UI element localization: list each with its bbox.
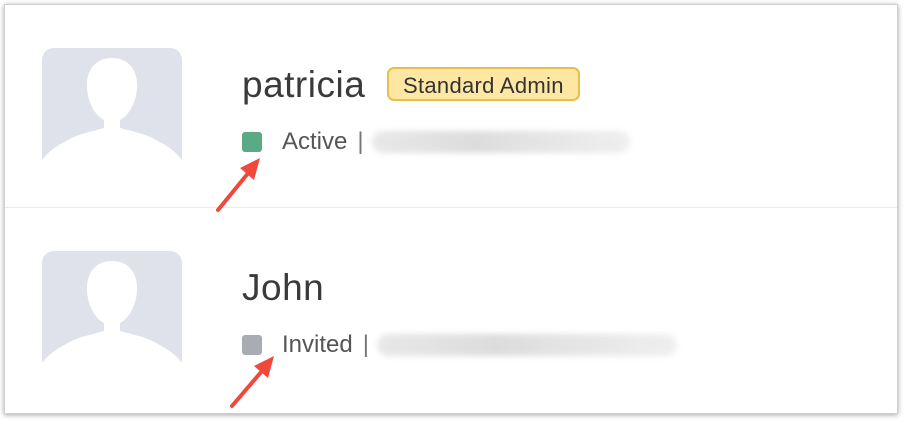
user-name[interactable]: patricia <box>242 63 365 107</box>
status-label: Invited <box>282 331 353 358</box>
avatar <box>42 48 182 160</box>
separator: | <box>362 331 369 358</box>
separator: | <box>357 128 364 155</box>
email-redacted <box>376 334 677 356</box>
user-name[interactable]: John <box>242 266 324 310</box>
email-redacted <box>371 131 630 153</box>
red-arrow-icon <box>230 356 274 408</box>
status-active-indicator <box>242 132 262 152</box>
user-silhouette-icon <box>42 261 182 363</box>
user-silhouette-icon <box>42 58 182 160</box>
user-row-patricia[interactable]: patricia Standard Admin Active | <box>5 5 897 208</box>
avatar <box>42 251 182 363</box>
user-row-john[interactable]: John Invited | <box>5 208 897 410</box>
role-badge: Standard Admin <box>387 67 580 101</box>
status-label: Active <box>282 128 348 155</box>
red-arrow-icon <box>216 158 260 212</box>
user-list: patricia Standard Admin Active | John In… <box>4 4 898 414</box>
status-line: Invited | <box>242 330 677 360</box>
status-line: Active | <box>242 127 630 157</box>
